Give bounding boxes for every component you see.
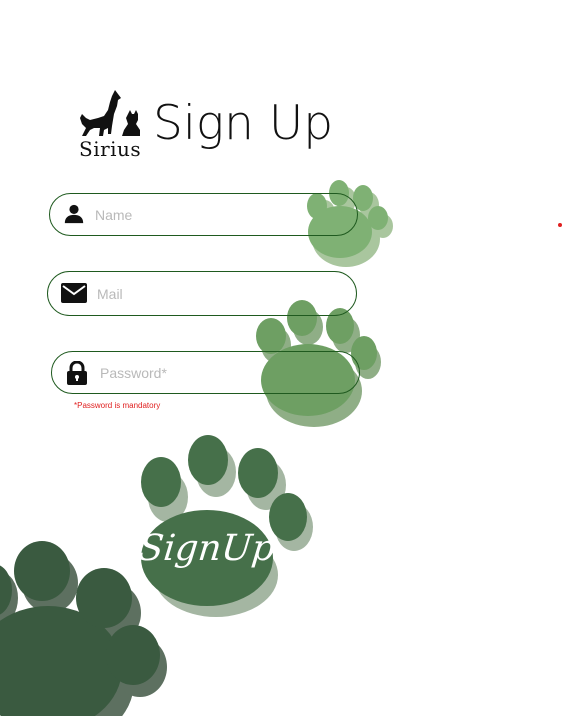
mail-input[interactable] [95,272,338,315]
status-dot [558,223,562,227]
person-icon [64,204,84,224]
name-field[interactable] [49,193,358,236]
password-input[interactable] [98,352,341,393]
signup-button-label: SignUp [136,527,278,569]
password-field[interactable] [51,351,360,394]
password-hint: *Password is mandatory [74,401,161,410]
page-title: Sign Up [153,96,334,151]
mail-icon [61,283,87,303]
name-input[interactable] [93,194,339,235]
signup-button[interactable]: SignUp [136,518,278,578]
lock-icon [67,361,87,385]
mail-field[interactable] [47,271,357,316]
brand-name: Sirius [79,137,142,161]
